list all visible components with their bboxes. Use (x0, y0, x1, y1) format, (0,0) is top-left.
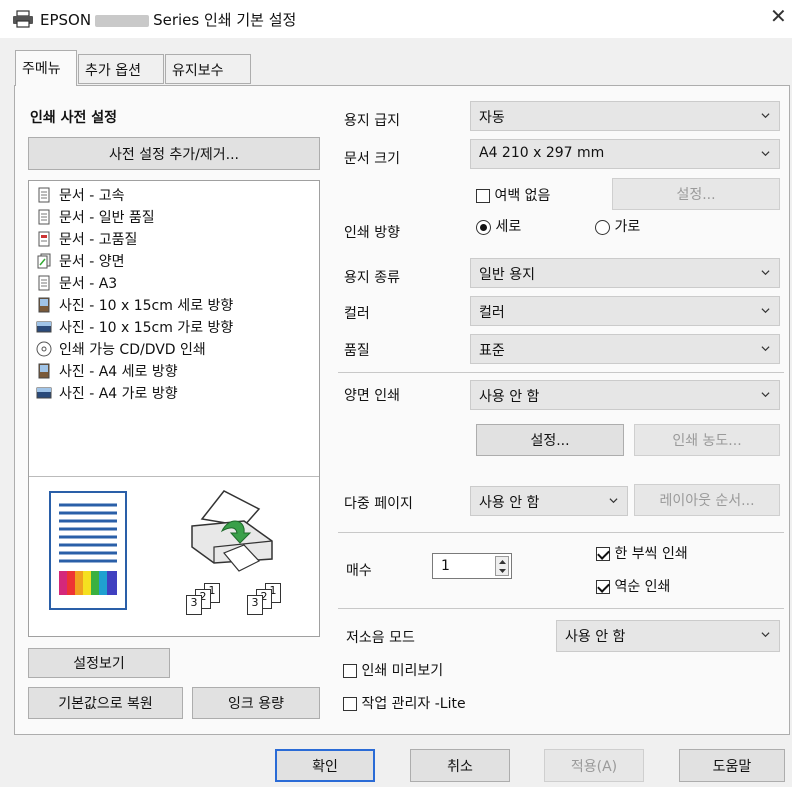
borderless-checkbox[interactable]: 여백 없음 (476, 185, 550, 205)
copies-spinner[interactable]: 1 (432, 553, 512, 579)
page-preview-image (49, 491, 127, 610)
photo-landscape-icon (36, 321, 52, 333)
arrow-up-icon[interactable] (498, 558, 507, 566)
collate-checkbox[interactable]: 한 부씩 인쇄 (596, 543, 688, 563)
duplex-document-icon (37, 253, 51, 269)
chevron-down-icon (761, 632, 770, 638)
orientation-label: 인쇄 방향 (344, 225, 400, 241)
printer-feed-icon (191, 490, 273, 572)
document-size-label: 문서 크기 (344, 151, 400, 167)
list-item[interactable]: 사진 - A4 가로 방향 (36, 382, 178, 404)
duplex-settings-button[interactable]: 설정... (476, 424, 624, 456)
checkbox-icon[interactable] (476, 189, 490, 203)
document-size-select[interactable]: A4 210 x 297 mm (470, 139, 780, 169)
list-item[interactable]: 사진 - A4 세로 방향 (36, 360, 178, 382)
cancel-button[interactable]: 취소 (410, 749, 510, 782)
borderless-settings-button[interactable]: 설정... (612, 178, 780, 210)
paper-source-label: 용지 급지 (344, 113, 400, 129)
ok-button[interactable]: 확인 (275, 749, 375, 782)
list-item[interactable]: 인쇄 가능 CD/DVD 인쇄 (36, 338, 206, 360)
duplex-label: 양면 인쇄 (344, 388, 400, 404)
copies-label: 매수 (346, 563, 372, 579)
reverse-order-checkbox[interactable]: 역순 인쇄 (596, 576, 670, 596)
radio-icon[interactable] (595, 219, 610, 235)
arrow-down-icon[interactable] (498, 567, 507, 575)
ink-levels-button[interactable]: 잉크 용량 (192, 687, 320, 719)
photo-portrait-icon (38, 363, 50, 379)
chevron-down-icon (761, 113, 770, 119)
list-item[interactable]: 사진 - 10 x 15cm 세로 방향 (36, 294, 233, 316)
checkbox-checked-icon[interactable] (596, 580, 610, 594)
preset-list: 문서 - 고속 문서 - 일반 품질 문서 - 고품질 문서 - 양면 문서 -… (28, 180, 320, 637)
list-item[interactable]: 문서 - 일반 품질 (36, 206, 155, 228)
quality-select[interactable]: 표준 (470, 334, 780, 364)
presets-heading: 인쇄 사전 설정 (30, 110, 118, 126)
orientation-landscape-radio[interactable]: 가로 (595, 216, 640, 236)
restore-defaults-button[interactable]: 기본값으로 복원 (28, 687, 183, 719)
chevron-down-icon (761, 151, 770, 157)
radio-selected-icon[interactable] (476, 219, 491, 235)
preset-divider (29, 476, 319, 477)
print-density-button[interactable]: 인쇄 농도... (634, 424, 780, 456)
document-icon (38, 187, 50, 203)
help-button[interactable]: 도움말 (679, 749, 785, 782)
divider (338, 372, 784, 373)
list-item[interactable]: 문서 - 양면 (36, 250, 124, 272)
layout-order-button[interactable]: 레이아웃 순서... (634, 484, 780, 516)
quiet-mode-select[interactable]: 사용 안 함 (556, 620, 780, 652)
chevron-down-icon (761, 346, 770, 352)
list-item[interactable]: 사진 - 10 x 15cm 가로 방향 (36, 316, 233, 338)
page-order-icon: 1 2 3 (186, 583, 234, 623)
quality-label: 품질 (344, 343, 370, 359)
redacted-model-name (95, 14, 150, 27)
apply-button[interactable]: 적용(A) (544, 749, 644, 782)
duplex-select[interactable]: 사용 안 함 (470, 380, 780, 410)
tab-more-options[interactable]: 추가 옵션 (78, 54, 164, 84)
paper-type-select[interactable]: 일반 용지 (470, 258, 780, 288)
job-arranger-checkbox[interactable]: 작업 관리자 -Lite (343, 693, 466, 713)
page-order-icon: 1 2 3 (247, 583, 295, 623)
show-settings-button[interactable]: 설정보기 (28, 648, 170, 678)
color-select[interactable]: 컬러 (470, 296, 780, 326)
disc-icon (36, 341, 52, 357)
checkbox-checked-icon[interactable] (596, 547, 610, 561)
photo-portrait-icon (38, 297, 50, 313)
paper-type-label: 용지 종류 (344, 270, 400, 286)
print-preview-checkbox[interactable]: 인쇄 미리보기 (343, 660, 443, 680)
document-color-icon (38, 231, 50, 247)
quiet-mode-label: 저소음 모드 (346, 630, 415, 646)
chevron-down-icon (761, 308, 770, 314)
list-item[interactable]: 문서 - A3 (36, 272, 117, 294)
list-item[interactable]: 문서 - 고속 (36, 184, 124, 206)
close-button[interactable]: ✕ (770, 4, 787, 28)
tab-main[interactable]: 주메뉴 (15, 50, 77, 86)
document-icon (38, 275, 50, 291)
orientation-portrait-radio[interactable]: 세로 (476, 216, 521, 236)
checkbox-icon[interactable] (343, 664, 357, 678)
divider (338, 532, 784, 533)
chevron-down-icon (761, 392, 770, 398)
chevron-down-icon (609, 498, 618, 504)
divider (338, 608, 784, 609)
document-icon (38, 209, 50, 225)
checkbox-icon[interactable] (343, 697, 357, 711)
window-title: EPSON Series 인쇄 기본 설정 (40, 11, 297, 29)
add-remove-presets-button[interactable]: 사전 설정 추가/제거... (28, 137, 320, 170)
tab-maintenance[interactable]: 유지보수 (165, 54, 251, 84)
multi-page-select[interactable]: 사용 안 함 (470, 486, 628, 516)
printer-icon (13, 10, 33, 28)
chevron-down-icon (761, 270, 770, 276)
multi-page-label: 다중 페이지 (344, 496, 413, 512)
photo-landscape-icon (36, 387, 52, 399)
color-label: 컬러 (344, 306, 370, 322)
copies-value[interactable]: 1 (441, 558, 450, 574)
list-item[interactable]: 문서 - 고품질 (36, 228, 137, 250)
spinner-arrows[interactable] (495, 556, 509, 576)
paper-source-select[interactable]: 자동 (470, 101, 780, 131)
